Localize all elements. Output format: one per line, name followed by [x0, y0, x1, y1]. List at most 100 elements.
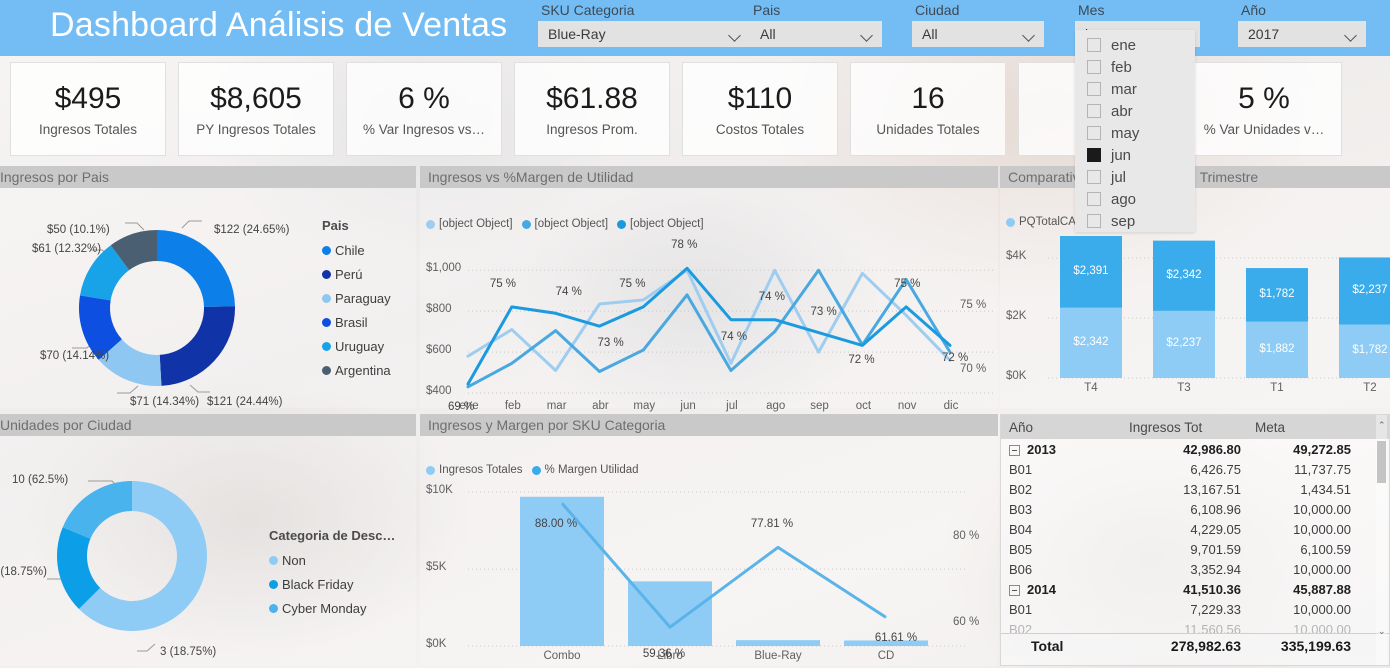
pie-data-label: $70 (14.14%): [40, 350, 110, 362]
donut-slice[interactable]: [62, 481, 132, 539]
axis-tick-label: 75 %: [960, 298, 987, 311]
scroll-up-icon[interactable]: ⌃: [1378, 420, 1386, 431]
dropdown-item-ene[interactable]: ene: [1075, 34, 1195, 56]
kpi-card[interactable]: $110 Costos Totales: [682, 62, 838, 156]
slicer-ciudad[interactable]: Ciudad All: [912, 2, 1044, 47]
dropdown-item-jun[interactable]: jun: [1075, 144, 1195, 166]
slicer-mes[interactable]: Mes junene feb mar abr may jun jul ago sep: [1075, 2, 1200, 232]
axis-tick-label: 60 %: [953, 616, 980, 629]
checkbox-mar[interactable]: [1087, 82, 1101, 96]
table-row[interactable]: 2014 41,510.36 45,887.88: [1001, 579, 1389, 599]
chevron-down-icon[interactable]: [861, 28, 874, 41]
scroll-thumb[interactable]: [1377, 441, 1386, 483]
slicer-dropdown[interactable]: All: [912, 21, 1044, 47]
table-cell-year: B02: [1009, 621, 1033, 634]
axis-tick-label: CD: [877, 650, 895, 662]
legend-item[interactable]: Paraguay: [322, 286, 391, 310]
pie-data-label: 3 (18.75%): [0, 566, 47, 578]
panel-header: Comparativ Trimestre: [1000, 166, 1390, 188]
checkbox-ago[interactable]: [1087, 192, 1101, 206]
table-cell-ingresos: 11,560.56: [1184, 621, 1241, 634]
checkbox-abr[interactable]: [1087, 104, 1101, 118]
line-data-label: 74 %: [758, 290, 785, 303]
legend-label: Non: [282, 552, 306, 568]
slicer-value: 2017: [1248, 26, 1280, 42]
axis-tick-label: $0K: [1006, 370, 1027, 382]
dropdown-item-feb[interactable]: feb: [1075, 56, 1195, 78]
month-dropdown-list[interactable]: ene feb mar abr may jun jul ago sep: [1075, 30, 1195, 232]
slicer-dropdown[interactable]: All: [750, 21, 882, 47]
axis-tick-label: feb: [504, 400, 521, 412]
kpi-card[interactable]: $61.88 Ingresos Prom.: [514, 62, 670, 156]
legend-item[interactable]: Non: [269, 548, 395, 572]
checkbox-ene[interactable]: [1087, 38, 1101, 52]
line-data-label: 78 %: [671, 239, 698, 252]
legend-item[interactable]: Uruguay: [322, 334, 391, 358]
legend-item[interactable]: Argentina: [322, 358, 391, 382]
dropdown-item-mar[interactable]: mar: [1075, 78, 1195, 100]
legend-item[interactable]: Perú: [322, 262, 391, 286]
dropdown-item-jul[interactable]: jul: [1075, 166, 1195, 188]
legend-item[interactable]: Black Friday: [269, 572, 395, 596]
axis-tick-label: $2K: [1006, 310, 1027, 322]
axis-tick-label: T4: [1084, 382, 1098, 394]
table-cell-meta: 1,434.51: [1300, 481, 1351, 497]
collapse-toggle-icon[interactable]: [1009, 444, 1020, 456]
table-column-header[interactable]: Meta: [1249, 420, 1367, 435]
table-row[interactable]: B06 3,352.94 10,000.00: [1001, 559, 1389, 579]
kpi-value: $61.88: [546, 81, 638, 115]
checkbox-sep[interactable]: [1087, 214, 1101, 228]
slicer-a-o[interactable]: Año 2017: [1238, 2, 1366, 47]
checkbox-may[interactable]: [1087, 126, 1101, 140]
legend-label: Black Friday: [282, 576, 354, 592]
bar[interactable]: [628, 581, 712, 646]
dropdown-item-may[interactable]: may: [1075, 122, 1195, 144]
legend-item[interactable]: Cyber Monday: [269, 596, 395, 620]
axis-tick-label: T2: [1363, 382, 1377, 394]
table-total-label: Total: [1031, 637, 1064, 654]
chevron-down-icon[interactable]: [729, 28, 742, 41]
legend-item[interactable]: Chile: [322, 238, 391, 262]
table-row[interactable]: B03 6,108.96 10,000.00: [1001, 499, 1389, 519]
table-column-header[interactable]: Año: [1001, 420, 1123, 435]
table-scrollbar[interactable]: ⌃ ⌄: [1376, 415, 1387, 665]
kpi-card[interactable]: $495 Ingresos Totales: [10, 62, 166, 156]
panel-title: Ingresos por Pais: [0, 169, 109, 185]
chevron-down-icon[interactable]: [1023, 28, 1036, 41]
line-series[interactable]: [466, 266, 952, 386]
slicer-sku-categoria[interactable]: SKU Categoria Blue-Ray: [538, 2, 750, 47]
table-cell-meta: 49,272.85: [1293, 441, 1351, 457]
dropdown-item-ago[interactable]: ago: [1075, 188, 1195, 210]
line-data-label: 74 %: [555, 286, 582, 299]
table-row[interactable]: B02 13,167.51 1,434.51: [1001, 479, 1389, 499]
bar[interactable]: [736, 640, 820, 646]
legend-item[interactable]: Brasil: [322, 310, 391, 334]
slicer-dropdown[interactable]: Blue-Ray: [538, 21, 750, 47]
line-series[interactable]: [560, 502, 887, 629]
pie-data-label: 3 (18.75%): [160, 646, 217, 658]
donut-slice[interactable]: [159, 306, 235, 386]
dropdown-item-abr[interactable]: abr: [1075, 100, 1195, 122]
table-row[interactable]: 2013 42,986.80 49,272.85: [1001, 439, 1389, 459]
kpi-card[interactable]: 6 % % Var Ingresos vs…: [346, 62, 502, 156]
checkbox-feb[interactable]: [1087, 60, 1101, 74]
donut-slice[interactable]: [157, 230, 235, 307]
table-row[interactable]: B01 6,426.75 11,737.75: [1001, 459, 1389, 479]
checkbox-jun[interactable]: [1087, 148, 1101, 162]
checkbox-jul[interactable]: [1087, 170, 1101, 184]
slicer-pais[interactable]: Pais All: [750, 2, 882, 47]
chevron-down-icon[interactable]: [1345, 28, 1358, 41]
kpi-card[interactable]: 5 % % Var Unidades v…: [1186, 62, 1342, 156]
table-column-header[interactable]: Ingresos Tot: [1123, 420, 1249, 435]
dropdown-item-sep[interactable]: sep: [1075, 210, 1195, 232]
kpi-card[interactable]: 16 Unidades Totales: [850, 62, 1006, 156]
collapse-toggle-icon[interactable]: [1009, 584, 1020, 596]
kpi-card[interactable]: $8,605 PY Ingresos Totales: [178, 62, 334, 156]
table-row[interactable]: B04 4,229.05 10,000.00: [1001, 519, 1389, 539]
slicer-dropdown[interactable]: 2017: [1238, 21, 1366, 47]
table-row[interactable]: B01 7,229.33 10,000.00: [1001, 599, 1389, 619]
scroll-down-icon[interactable]: ⌄: [1378, 626, 1386, 637]
table-row[interactable]: B05 9,701.59 6,100.59: [1001, 539, 1389, 559]
legend-color-dot: [322, 269, 331, 279]
legend-color-dot: [322, 245, 331, 255]
